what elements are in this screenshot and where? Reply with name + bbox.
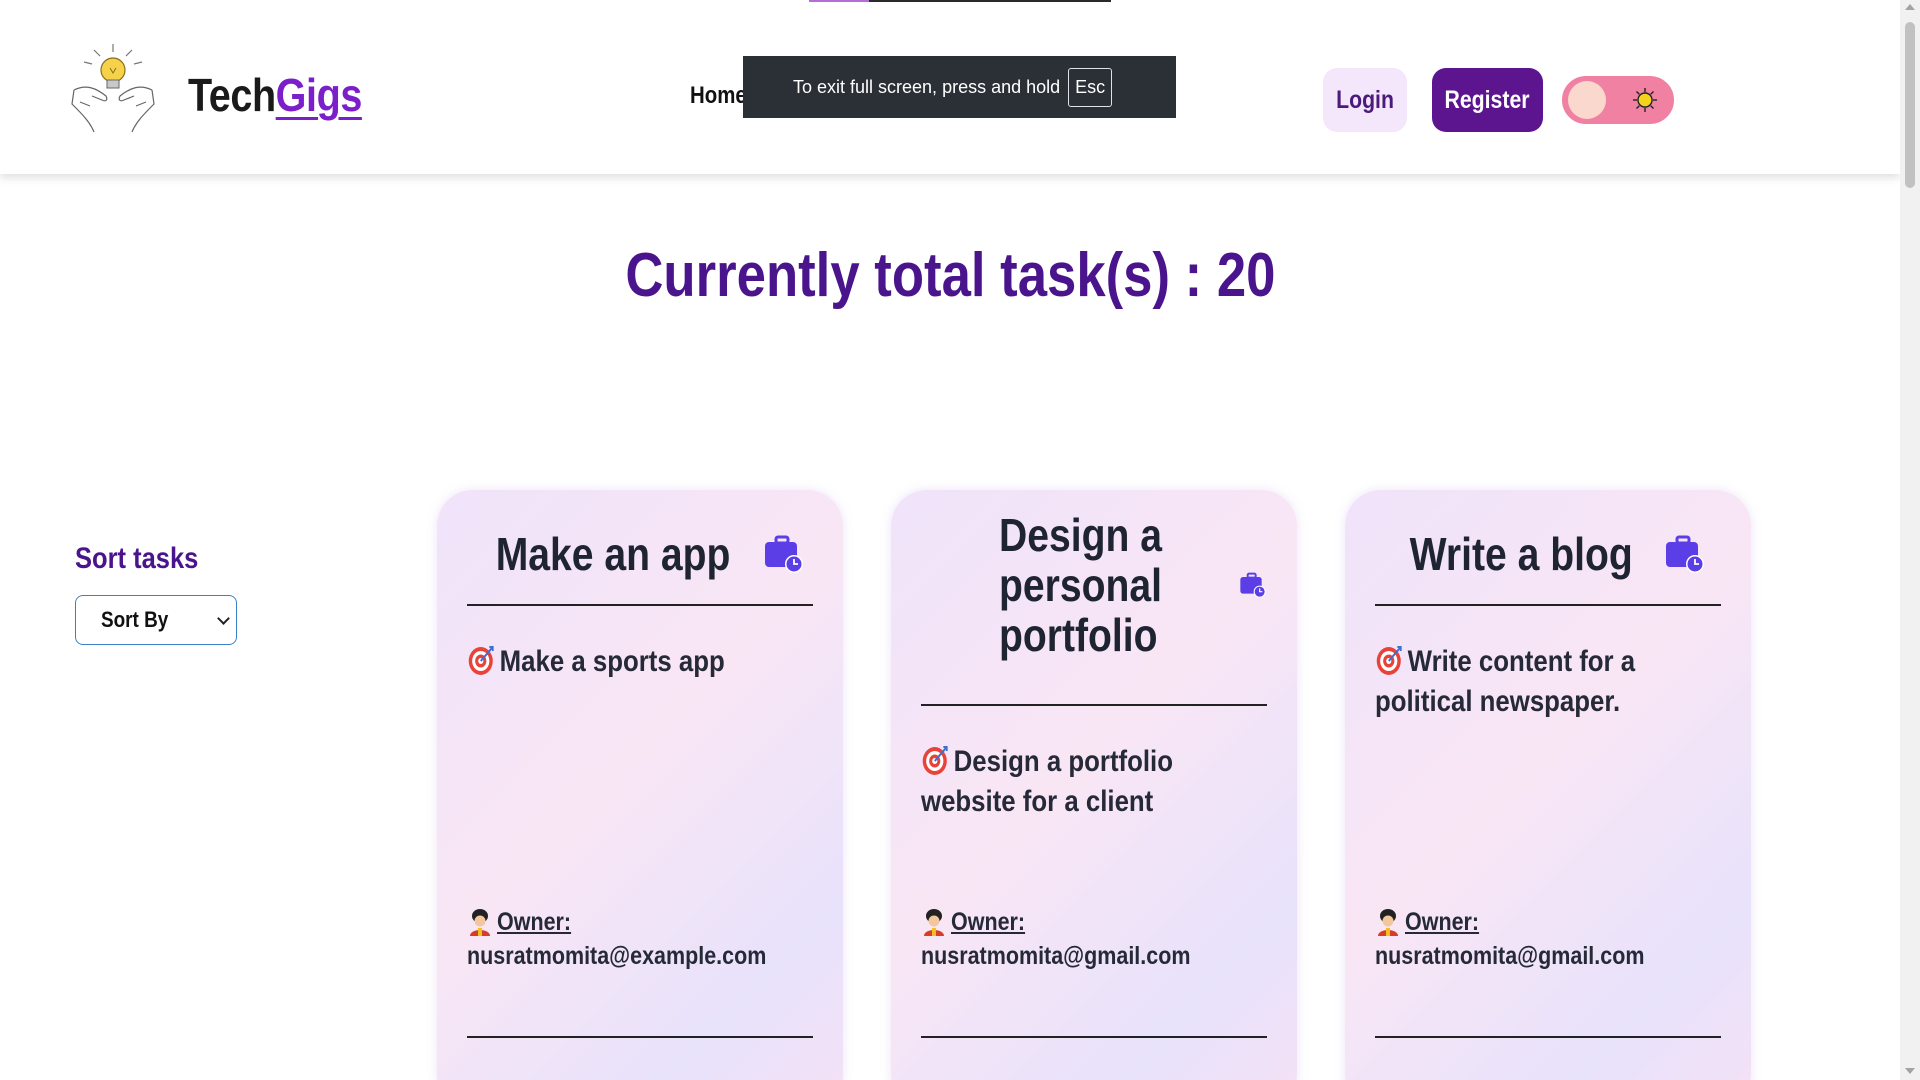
card-description-text: Make a sports app [499, 645, 725, 678]
card-title: Design a personal portfolio [921, 510, 1267, 660]
owner-label: Owner: [467, 908, 583, 937]
owner-label-text: Owner: [497, 908, 572, 936]
brand-wordmark[interactable]: TechGigs [188, 68, 362, 122]
card-title-text: Write a blog [1409, 528, 1633, 580]
card-divider [921, 704, 1267, 706]
card-title-text: Make an app [495, 528, 731, 580]
sort-select-value: Sort By [101, 607, 169, 632]
briefcase-clock-icon [1240, 572, 1266, 598]
card-divider [921, 1036, 1267, 1038]
esc-key-hint: Esc [1068, 67, 1113, 107]
fullscreen-exit-toast: To exit full screen, press and hold Esc [743, 56, 1176, 118]
brand-part-1: Tech [188, 69, 276, 121]
login-button[interactable]: Login [1323, 68, 1407, 132]
owner-email: nusratmomita@example.com [467, 942, 767, 970]
lightbulb-hands-logo-icon[interactable] [66, 40, 160, 134]
task-card[interactable]: Write a blog Write content for a politic… [1345, 490, 1751, 1080]
card-description: Design a portfolio website for a client [921, 742, 1267, 822]
card-divider [1375, 604, 1721, 606]
target-icon [1376, 646, 1402, 675]
target-icon [468, 646, 494, 675]
owner-email: nusratmomita@gmail.com [1375, 942, 1645, 970]
toast-message: To exit full screen, press and hold [793, 76, 1061, 97]
scroll-down-arrow-icon[interactable] [1905, 1068, 1915, 1074]
owner-label: Owner: [1375, 908, 1491, 937]
total-tasks-text: Currently total task(s) : 20 [624, 241, 1276, 310]
site-header: TechGigs Home To exit full screen, press… [0, 0, 1900, 174]
target-icon [922, 746, 948, 775]
briefcase-clock-icon [1666, 535, 1705, 573]
owner-label: Owner: [921, 908, 1037, 937]
theme-toggle[interactable] [1562, 76, 1674, 124]
card-title-line: portfolio [999, 609, 1158, 661]
guard-icon [470, 909, 490, 936]
guard-icon [924, 909, 944, 936]
card-description-line: Design a portfolio [953, 745, 1173, 778]
owner-label-text: Owner: [1405, 908, 1480, 936]
card-divider [1375, 1036, 1721, 1038]
card-divider [467, 1036, 813, 1038]
register-button[interactable]: Register [1432, 68, 1543, 132]
card-description: Write content for a political newspaper. [1375, 642, 1721, 722]
card-title-line: Design a [999, 509, 1162, 561]
owner-label-text: Owner: [951, 908, 1026, 936]
toggle-knob [1568, 81, 1606, 119]
chevron-down-icon [217, 612, 230, 625]
sort-by-select[interactable]: Sort By [75, 595, 237, 645]
task-card[interactable]: Make an app Make a sports app Owner: nus… [437, 490, 843, 1080]
total-tasks-heading: Currently total task(s) : 20 [0, 240, 1900, 311]
card-title: Make an app [467, 514, 813, 594]
task-card[interactable]: Design a personal portfolio Design a por… [891, 490, 1297, 1080]
scroll-up-arrow-icon[interactable] [1905, 4, 1915, 10]
page-scrollbar[interactable] [1900, 0, 1920, 1080]
card-description-line: website for a client [921, 785, 1154, 818]
briefcase-clock-icon [765, 535, 804, 573]
card-description-line: political newspaper. [1375, 685, 1621, 718]
card-title-line: personal [999, 559, 1162, 611]
register-label: Register [1444, 85, 1531, 114]
sort-tasks-title: Sort tasks [75, 542, 199, 575]
card-description-line: Write content for a [1407, 645, 1636, 678]
login-label: Login [1336, 85, 1394, 114]
sun-icon [1633, 88, 1657, 112]
nav-home-link[interactable]: Home [690, 82, 747, 110]
brand-part-2: Gigs [275, 69, 363, 121]
scrollbar-thumb[interactable] [1905, 22, 1915, 188]
owner-email: nusratmomita@gmail.com [921, 942, 1191, 970]
card-title: Write a blog [1375, 514, 1721, 594]
guard-icon [1378, 909, 1398, 936]
top-progress-strip [809, 0, 1111, 2]
card-divider [467, 604, 813, 606]
card-description: Make a sports app [467, 642, 813, 682]
